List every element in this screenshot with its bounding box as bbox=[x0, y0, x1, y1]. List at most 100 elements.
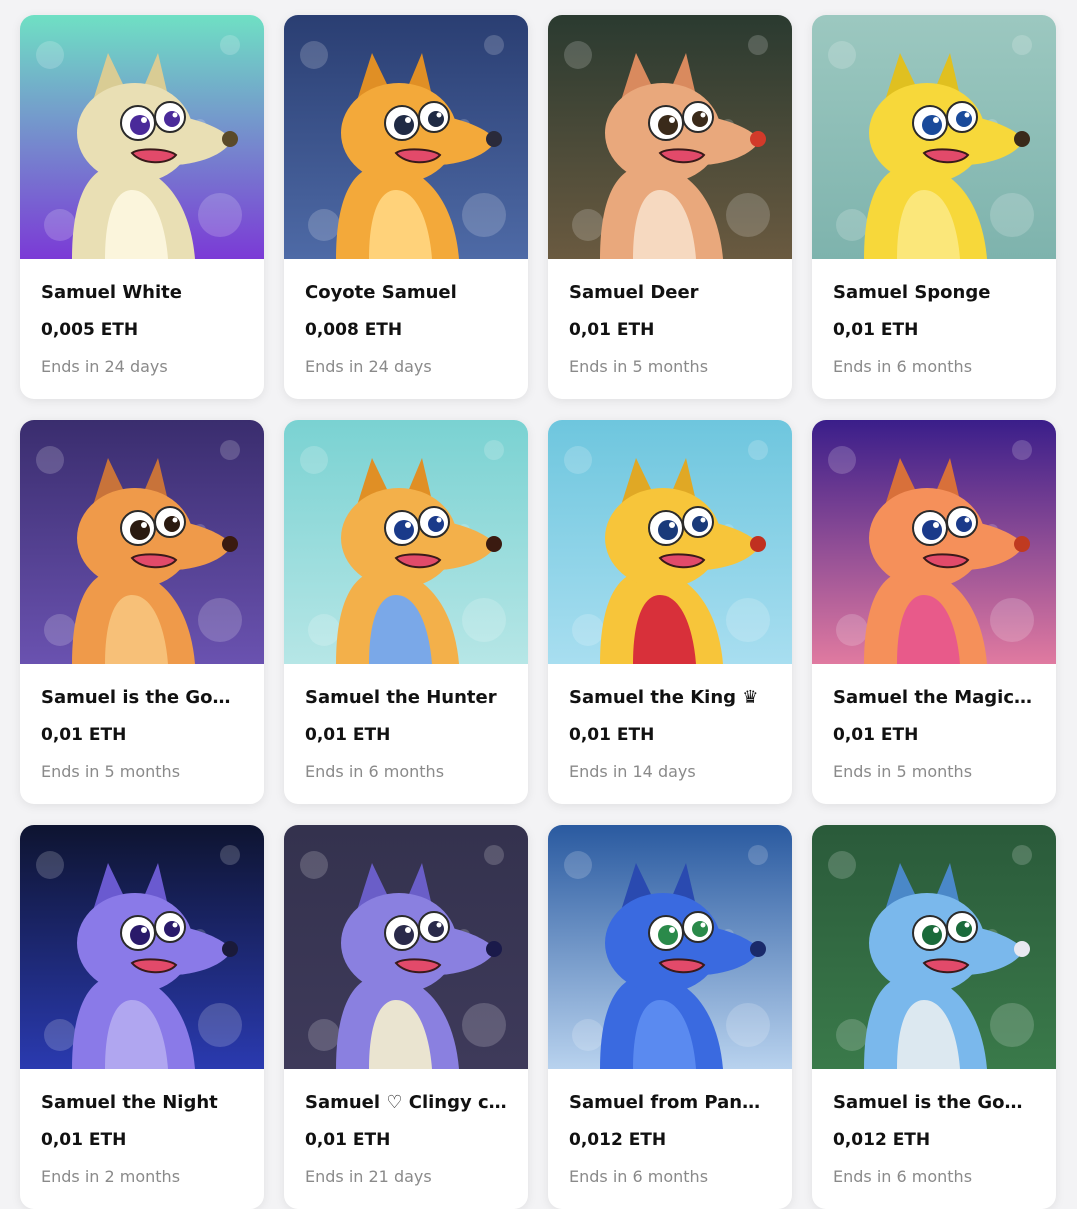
eye-highlight bbox=[172, 517, 178, 523]
nft-card[interactable]: Samuel Deer 0,01 ETH Ends in 5 months bbox=[548, 15, 792, 399]
nft-card[interactable]: Samuel the King ♛ 0,01 ETH Ends in 14 da… bbox=[548, 420, 792, 804]
dog-pupil bbox=[658, 520, 678, 540]
dog-nose bbox=[750, 941, 766, 957]
dog-pupil bbox=[922, 115, 942, 135]
dog-nose bbox=[222, 941, 238, 957]
dog-pupil bbox=[428, 111, 444, 127]
background-bubble bbox=[1012, 440, 1032, 460]
card-title[interactable]: Samuel the King ♛ bbox=[569, 686, 771, 710]
eye-highlight bbox=[141, 927, 147, 933]
card-info: Coyote Samuel 0,008 ETH Ends in 24 days bbox=[284, 259, 528, 379]
background-bubble bbox=[308, 614, 340, 646]
nft-grid: Samuel White 0,005 ETH Ends in 24 days C… bbox=[20, 15, 1056, 1209]
background-bubble bbox=[726, 1003, 770, 1047]
card-title[interactable]: Samuel White bbox=[41, 281, 243, 305]
card-end-time: Ends in 24 days bbox=[305, 357, 432, 376]
background-bubble bbox=[198, 1003, 242, 1047]
nft-artwork[interactable] bbox=[812, 825, 1056, 1069]
background-bubble bbox=[36, 446, 64, 474]
eye-highlight bbox=[933, 927, 939, 933]
dog-pupil bbox=[394, 115, 414, 135]
dog-pupil bbox=[956, 111, 972, 127]
nft-card[interactable]: Samuel is the God of… 0,01 ETH Ends in 5… bbox=[20, 420, 264, 804]
card-title[interactable]: Samuel the Hunter bbox=[305, 686, 507, 710]
card-title[interactable]: Coyote Samuel bbox=[305, 281, 507, 305]
eye-highlight bbox=[172, 112, 178, 118]
nft-artwork[interactable] bbox=[20, 15, 264, 259]
eye-highlight bbox=[141, 117, 147, 123]
card-price: 0,01 ETH bbox=[833, 320, 919, 340]
eye-highlight bbox=[933, 117, 939, 123]
nft-card[interactable]: Samuel Sponge 0,01 ETH Ends in 6 months bbox=[812, 15, 1056, 399]
nft-card[interactable]: Samuel the Hunter 0,01 ETH Ends in 6 mon… bbox=[284, 420, 528, 804]
card-info: Samuel Sponge 0,01 ETH Ends in 6 months bbox=[812, 259, 1056, 379]
background-bubble bbox=[484, 440, 504, 460]
background-bubble bbox=[220, 845, 240, 865]
background-bubble bbox=[990, 1003, 1034, 1047]
dog-pupil bbox=[956, 516, 972, 532]
card-info: Samuel ♡ Clingy cat 0,01 ETH Ends in 21 … bbox=[284, 1069, 528, 1189]
eye-highlight bbox=[964, 517, 970, 523]
card-title[interactable]: Samuel is the God of… bbox=[833, 1091, 1035, 1115]
background-bubble bbox=[308, 209, 340, 241]
dog-pupil bbox=[394, 520, 414, 540]
nft-artwork[interactable] bbox=[812, 420, 1056, 664]
card-title[interactable]: Samuel the Magician bbox=[833, 686, 1035, 710]
eye-highlight bbox=[700, 922, 706, 928]
card-end-time: Ends in 24 days bbox=[41, 357, 168, 376]
background-bubble bbox=[990, 598, 1034, 642]
background-bubble bbox=[748, 440, 768, 460]
nft-card[interactable]: Samuel White 0,005 ETH Ends in 24 days bbox=[20, 15, 264, 399]
background-bubble bbox=[726, 598, 770, 642]
card-title[interactable]: Samuel Deer bbox=[569, 281, 771, 305]
card-title[interactable]: Samuel the Night bbox=[41, 1091, 243, 1115]
background-bubble bbox=[1012, 845, 1032, 865]
background-bubble bbox=[836, 209, 868, 241]
nft-artwork[interactable] bbox=[284, 825, 528, 1069]
background-bubble bbox=[484, 35, 504, 55]
dog-nose bbox=[222, 131, 238, 147]
card-price: 0,01 ETH bbox=[305, 1130, 391, 1150]
nft-card[interactable]: Samuel the Night 0,01 ETH Ends in 2 mont… bbox=[20, 825, 264, 1209]
background-bubble bbox=[564, 41, 592, 69]
dog-pupil bbox=[164, 111, 180, 127]
nft-artwork[interactable] bbox=[20, 420, 264, 664]
nft-artwork[interactable] bbox=[548, 15, 792, 259]
card-info: Samuel the Magician 0,01 ETH Ends in 5 m… bbox=[812, 664, 1056, 784]
nft-artwork[interactable] bbox=[20, 825, 264, 1069]
nft-artwork[interactable] bbox=[548, 825, 792, 1069]
nft-artwork[interactable] bbox=[812, 15, 1056, 259]
card-title[interactable]: Samuel from Pandora bbox=[569, 1091, 771, 1115]
background-bubble bbox=[572, 209, 604, 241]
eye-highlight bbox=[141, 522, 147, 528]
card-info: Samuel is the God of… 0,01 ETH Ends in 5… bbox=[20, 664, 264, 784]
card-title[interactable]: Samuel is the God of… bbox=[41, 686, 243, 710]
nft-card[interactable]: Samuel the Magician 0,01 ETH Ends in 5 m… bbox=[812, 420, 1056, 804]
dog-pupil bbox=[658, 925, 678, 945]
eye-highlight bbox=[436, 112, 442, 118]
card-title[interactable]: Samuel Sponge bbox=[833, 281, 1035, 305]
eye-highlight bbox=[669, 927, 675, 933]
dog-nose bbox=[750, 536, 766, 552]
nft-artwork[interactable] bbox=[548, 420, 792, 664]
card-end-time: Ends in 6 months bbox=[305, 762, 445, 781]
background-bubble bbox=[726, 193, 770, 237]
nft-card[interactable]: Samuel is the God of… 0,012 ETH Ends in … bbox=[812, 825, 1056, 1209]
background-bubble bbox=[220, 440, 240, 460]
card-info: Samuel the Hunter 0,01 ETH Ends in 6 mon… bbox=[284, 664, 528, 784]
background-bubble bbox=[572, 614, 604, 646]
nft-card[interactable]: Samuel ♡ Clingy cat 0,01 ETH Ends in 21 … bbox=[284, 825, 528, 1209]
card-end-time: Ends in 5 months bbox=[41, 762, 181, 781]
background-bubble bbox=[300, 41, 328, 69]
card-price: 0,01 ETH bbox=[41, 1130, 127, 1150]
dog-pupil bbox=[428, 516, 444, 532]
background-bubble bbox=[36, 851, 64, 879]
nft-artwork[interactable] bbox=[284, 15, 528, 259]
dog-pupil bbox=[692, 111, 708, 127]
card-title[interactable]: Samuel ♡ Clingy cat bbox=[305, 1091, 507, 1115]
background-bubble bbox=[300, 446, 328, 474]
nft-card[interactable]: Coyote Samuel 0,008 ETH Ends in 24 days bbox=[284, 15, 528, 399]
nft-artwork[interactable] bbox=[284, 420, 528, 664]
dog-pupil bbox=[658, 115, 678, 135]
nft-card[interactable]: Samuel from Pandora 0,012 ETH Ends in 6 … bbox=[548, 825, 792, 1209]
